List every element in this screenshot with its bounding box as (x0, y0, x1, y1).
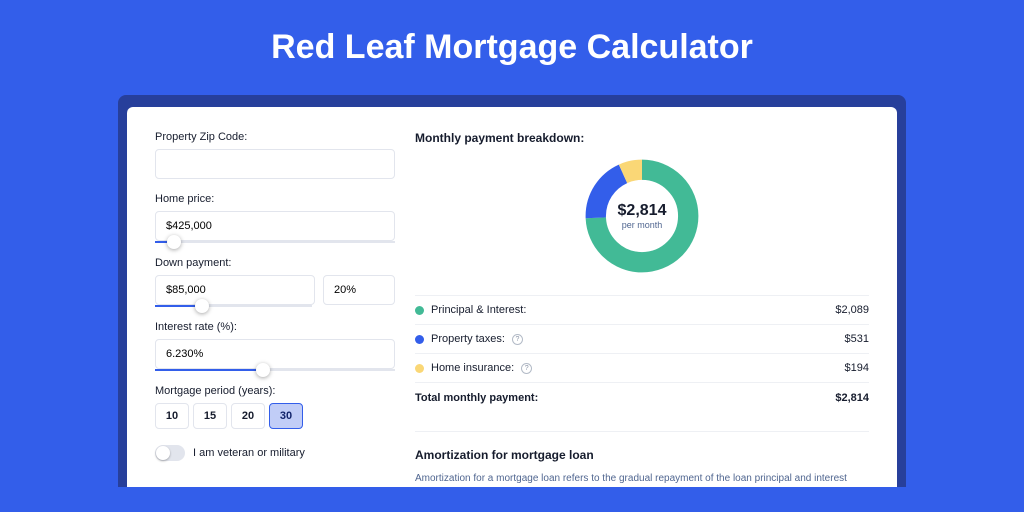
zip-input[interactable] (155, 149, 395, 179)
page-title: Red Leaf Mortgage Calculator (0, 0, 1024, 95)
downpayment-field-group: Down payment: (155, 257, 395, 307)
rate-field-group: Interest rate (%): (155, 321, 395, 371)
line-item-tax: Property taxes:? $531 (415, 324, 869, 353)
total-label: Total monthly payment: (415, 392, 538, 404)
donut-amount: $2,814 (618, 202, 667, 220)
toggle-knob (156, 446, 170, 460)
period-field-group: Mortgage period (years): 10152030 (155, 385, 395, 429)
info-icon[interactable]: ? (512, 334, 523, 345)
donut-center: $2,814 per month (581, 155, 703, 277)
period-label: Mortgage period (years): (155, 385, 395, 397)
veteran-label: I am veteran or military (193, 447, 305, 459)
total-value: $2,814 (835, 392, 869, 404)
calculator-card: Property Zip Code: Home price: Down paym… (127, 107, 897, 487)
total-row: Total monthly payment: $2,814 (415, 382, 869, 413)
line-item-value: $2,089 (835, 304, 869, 316)
line-item-pi: Principal & Interest: $2,089 (415, 295, 869, 324)
info-icon[interactable]: ? (521, 363, 532, 374)
line-item-label: Property taxes: (431, 333, 505, 345)
amortization-body: Amortization for a mortgage loan refers … (415, 472, 869, 487)
form-column: Property Zip Code: Home price: Down paym… (155, 131, 395, 487)
period-button-30[interactable]: 30 (269, 403, 303, 429)
legend-dot-icon (415, 364, 424, 373)
price-label: Home price: (155, 193, 395, 205)
zip-field-group: Property Zip Code: (155, 131, 395, 179)
donut-chart: $2,814 per month (581, 155, 703, 277)
price-slider[interactable] (155, 241, 395, 243)
amortization-title: Amortization for mortgage loan (415, 431, 869, 462)
price-input[interactable] (155, 211, 395, 241)
donut-sub: per month (622, 220, 663, 230)
zip-label: Property Zip Code: (155, 131, 395, 143)
line-item-label: Home insurance: (431, 362, 514, 374)
veteran-toggle[interactable] (155, 445, 185, 461)
card-backdrop: Property Zip Code: Home price: Down paym… (118, 95, 906, 487)
period-button-20[interactable]: 20 (231, 403, 265, 429)
legend-dot-icon (415, 335, 424, 344)
period-button-15[interactable]: 15 (193, 403, 227, 429)
line-item-label: Principal & Interest: (431, 304, 526, 316)
downpayment-label: Down payment: (155, 257, 395, 269)
rate-input[interactable] (155, 339, 395, 369)
rate-label: Interest rate (%): (155, 321, 395, 333)
line-item-value: $194 (845, 362, 869, 374)
breakdown-column: Monthly payment breakdown: $2,814 per mo… (415, 131, 869, 487)
veteran-toggle-row: I am veteran or military (155, 445, 395, 461)
donut-chart-wrap: $2,814 per month (415, 155, 869, 277)
downpayment-slider[interactable] (155, 305, 312, 307)
line-item-ins: Home insurance:? $194 (415, 353, 869, 382)
downpayment-amount-input[interactable] (155, 275, 315, 305)
line-item-value: $531 (845, 333, 869, 345)
rate-slider[interactable] (155, 369, 395, 371)
downpayment-percent-input[interactable] (323, 275, 395, 305)
period-button-10[interactable]: 10 (155, 403, 189, 429)
price-field-group: Home price: (155, 193, 395, 243)
legend-dot-icon (415, 306, 424, 315)
breakdown-title: Monthly payment breakdown: (415, 131, 869, 145)
